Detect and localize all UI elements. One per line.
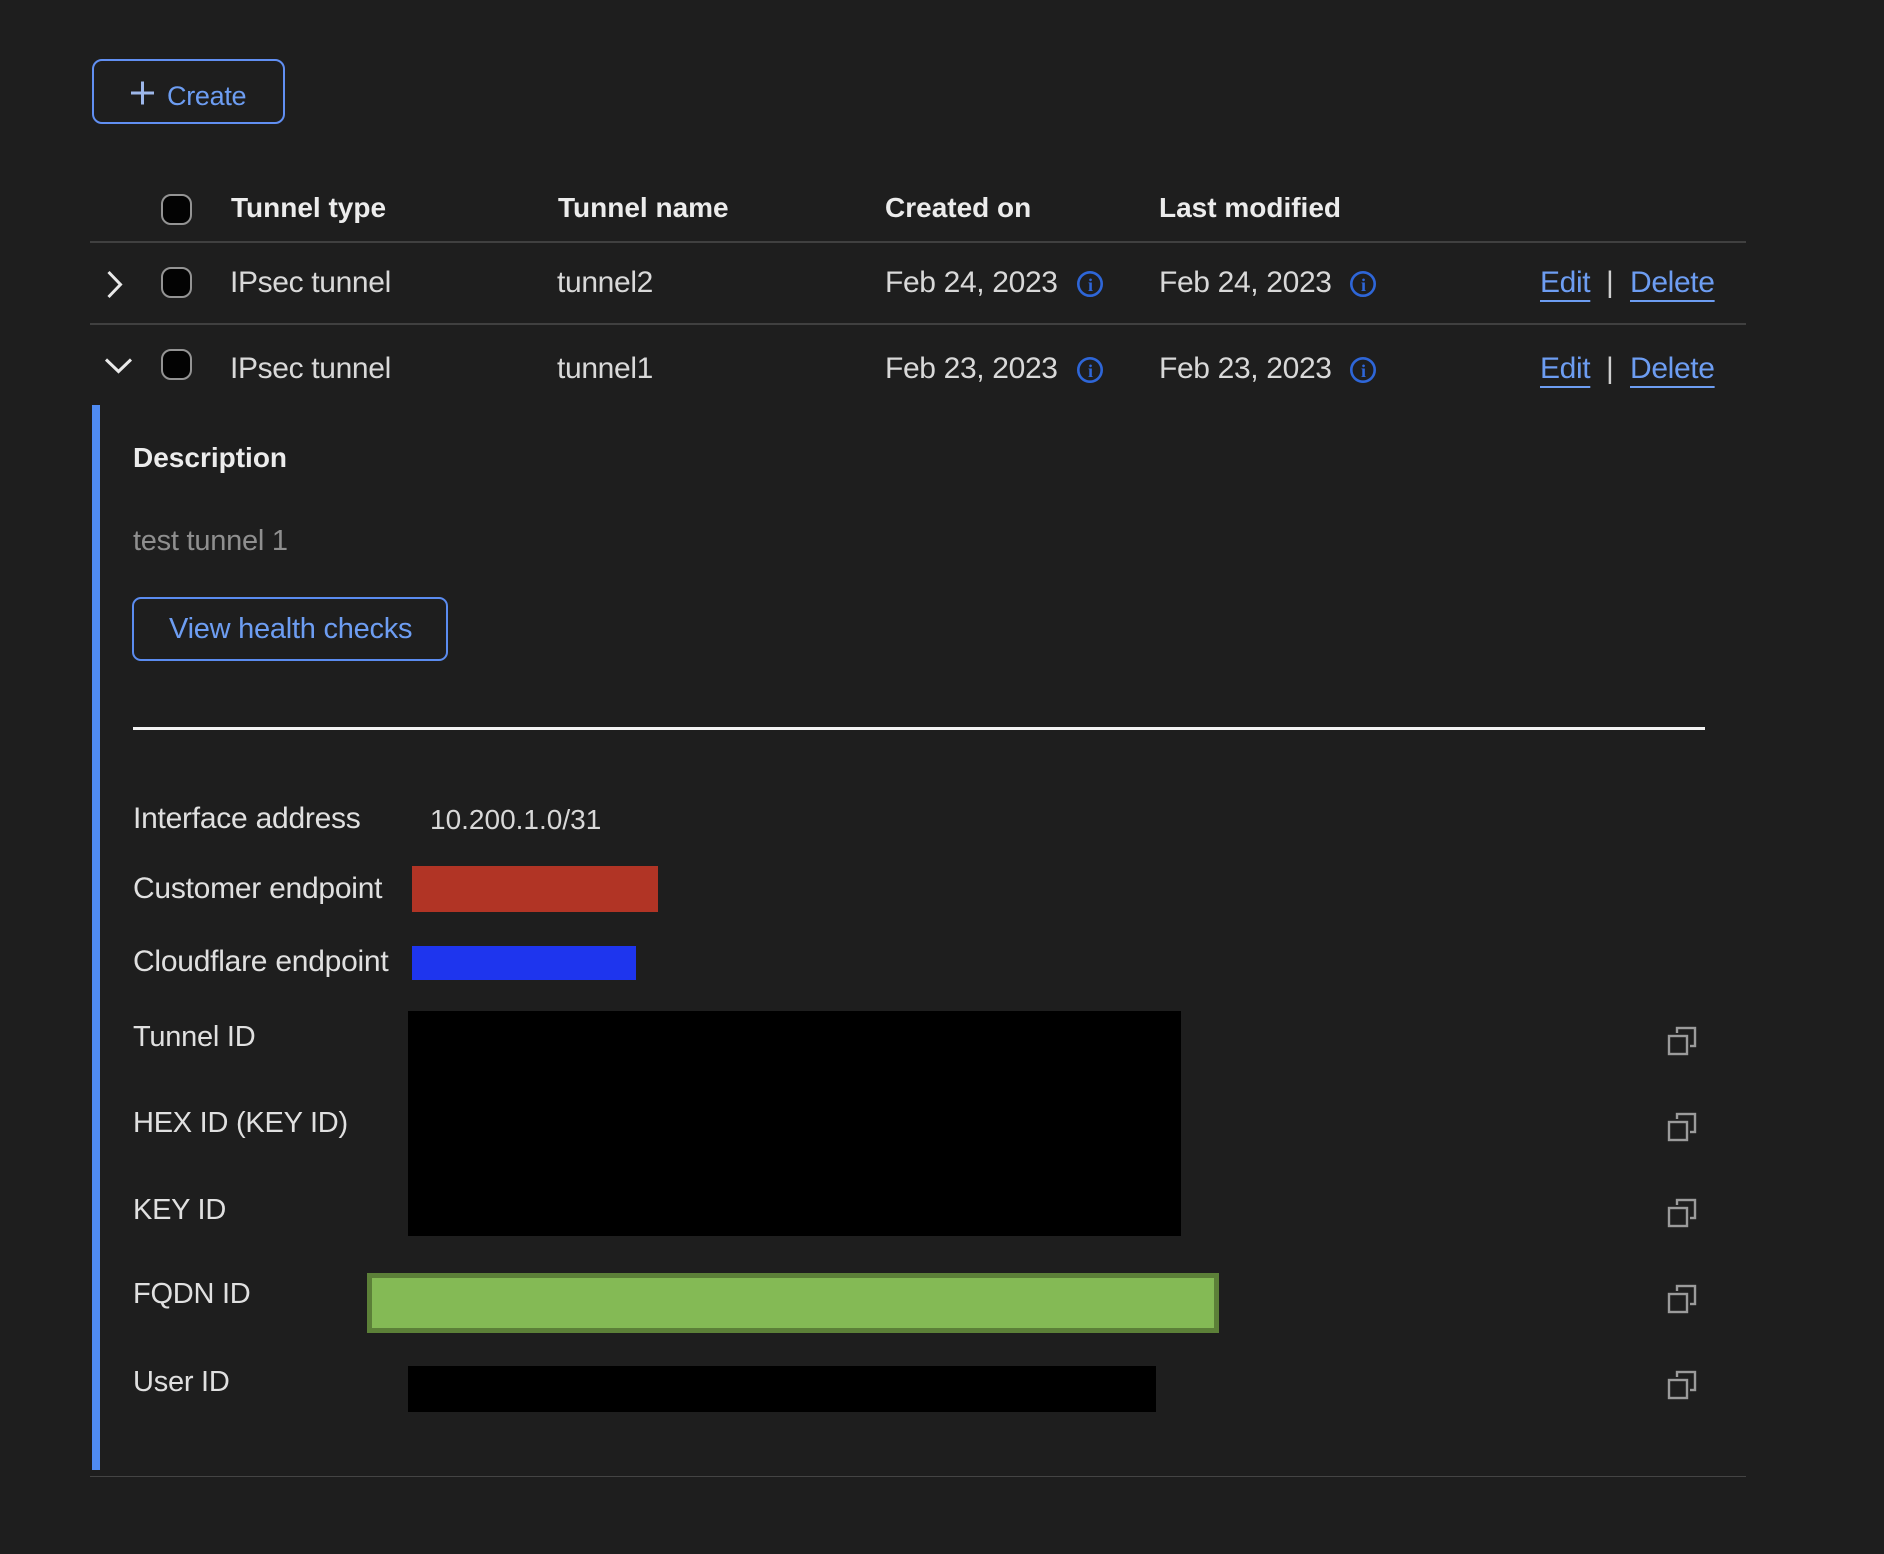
svg-text:i: i — [1361, 275, 1366, 295]
svg-text:i: i — [1088, 275, 1093, 295]
svg-text:i: i — [1088, 361, 1093, 381]
svg-text:i: i — [1361, 361, 1366, 381]
